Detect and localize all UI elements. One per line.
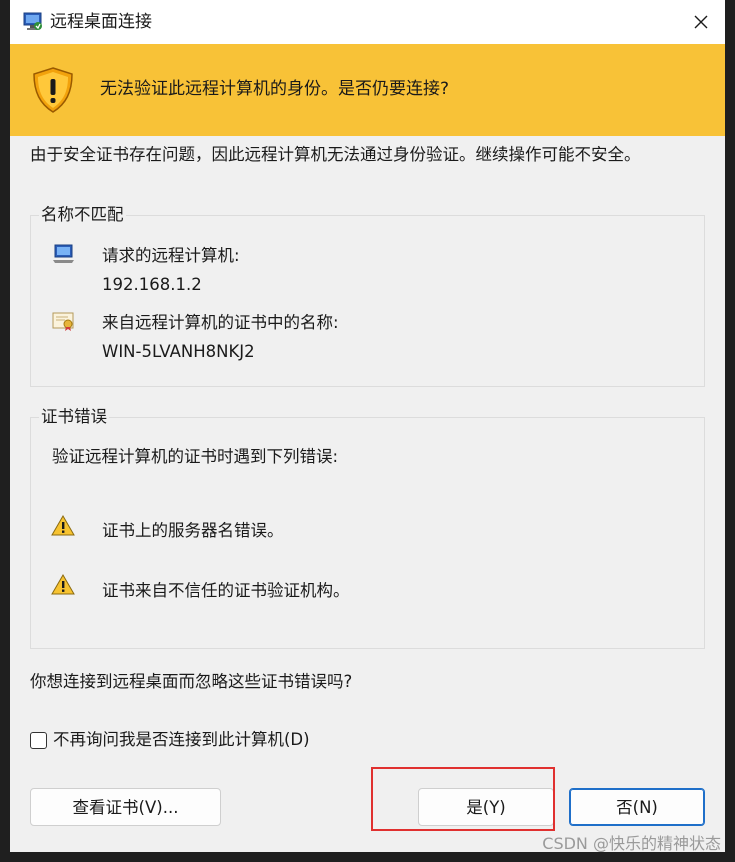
remote-desktop-icon bbox=[22, 10, 44, 32]
ignore-errors-question: 你想连接到远程桌面而忽略这些证书错误吗? bbox=[30, 672, 353, 691]
certificate-icon bbox=[51, 309, 77, 333]
watermark: CSDN @快乐的精神状态 bbox=[542, 834, 721, 853]
computer-icon bbox=[51, 242, 77, 266]
remote-desktop-dialog: 远程桌面连接 无法验证此远程计算机的身份。是否仍要连接? 由于安全证书存在问题，… bbox=[0, 0, 735, 862]
dont-ask-again-checkbox[interactable] bbox=[30, 731, 47, 749]
banner-message: 无法验证此远程计算机的身份。是否仍要连接? bbox=[100, 79, 450, 99]
certificate-errors-group: 证书错误 验证远程计算机的证书时遇到下列错误: 证书上的服务器名错误。 证书来自… bbox=[30, 406, 705, 649]
dont-ask-again-label[interactable]: 不再询问我是否连接到此计算机(D) bbox=[53, 728, 310, 752]
security-intro-text: 由于安全证书存在问题，因此远程计算机无法通过身份验证。继续操作可能不安全。 bbox=[30, 145, 641, 164]
warning-banner: 无法验证此远程计算机的身份。是否仍要连接? bbox=[10, 44, 725, 136]
name-mismatch-group: 名称不匹配 请求的远程计算机: 192.168.1.2 来自远程计算机的证书中的… bbox=[30, 204, 705, 387]
certificate-name-value: WIN-5LVANH8NKJ2 bbox=[102, 342, 255, 361]
certificate-error-item: 证书来自不信任的证书验证机构。 bbox=[102, 581, 350, 600]
warning-icon bbox=[51, 573, 77, 597]
yes-button[interactable]: 是(Y) bbox=[418, 788, 554, 826]
close-icon bbox=[694, 15, 708, 29]
view-certificate-button[interactable]: 查看证书(V)... bbox=[30, 788, 221, 826]
no-button[interactable]: 否(N) bbox=[569, 788, 705, 826]
name-mismatch-legend: 名称不匹配 bbox=[39, 204, 126, 226]
certificate-errors-intro: 验证远程计算机的证书时遇到下列错误: bbox=[52, 447, 339, 466]
screen-bottom-edge bbox=[0, 852, 735, 862]
certificate-error-item: 证书上的服务器名错误。 bbox=[102, 521, 284, 540]
certificate-errors-legend: 证书错误 bbox=[39, 406, 109, 428]
close-button[interactable] bbox=[681, 2, 721, 42]
dont-ask-again-checkbox-row[interactable]: 不再询问我是否连接到此计算机(D) bbox=[30, 728, 310, 752]
warning-shield-icon bbox=[30, 66, 76, 114]
requested-computer-label: 请求的远程计算机: bbox=[102, 246, 240, 265]
window-title: 远程桌面连接 bbox=[50, 12, 152, 32]
title-bar: 远程桌面连接 bbox=[10, 0, 725, 44]
certificate-name-label: 来自远程计算机的证书中的名称: bbox=[102, 313, 339, 332]
warning-icon bbox=[51, 514, 77, 538]
requested-computer-value: 192.168.1.2 bbox=[102, 275, 202, 294]
